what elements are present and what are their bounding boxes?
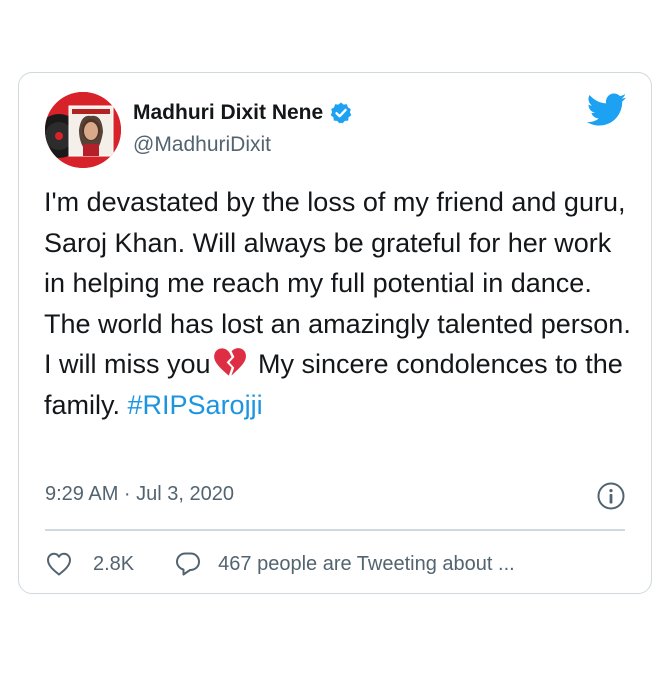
author-name-row[interactable]: Madhuri Dixit Nene (133, 101, 353, 125)
tweet-actions: 2.8K 467 people are Tweeting about ... (45, 549, 515, 579)
verified-badge-icon (329, 101, 353, 125)
conversation-link[interactable]: 467 people are Tweeting about ... (174, 550, 515, 578)
author-display-name[interactable]: Madhuri Dixit Nene (133, 101, 323, 125)
like-count[interactable]: 2.8K (93, 553, 134, 576)
avatar[interactable] (45, 92, 121, 168)
author-handle[interactable]: @MadhuriDixit (133, 133, 271, 157)
divider (45, 529, 625, 531)
like-button[interactable]: 2.8K (45, 550, 134, 578)
twitter-bird-icon[interactable] (586, 93, 627, 127)
conversation-text[interactable]: 467 people are Tweeting about ... (218, 553, 515, 576)
tweet-timestamp[interactable]: 9:29 AM · Jul 3, 2020 (45, 483, 234, 506)
tweet-card[interactable]: Madhuri Dixit Nene @MadhuriDixit I'm dev… (18, 72, 652, 594)
hashtag-link[interactable]: #RIPSarojji (128, 390, 263, 420)
info-icon[interactable] (597, 482, 625, 510)
heart-outline-icon[interactable] (45, 550, 73, 578)
speech-bubble-icon[interactable] (174, 550, 202, 578)
broken-heart-icon (213, 347, 247, 377)
tweet-text: I'm devastated by the loss of my friend … (44, 182, 634, 425)
